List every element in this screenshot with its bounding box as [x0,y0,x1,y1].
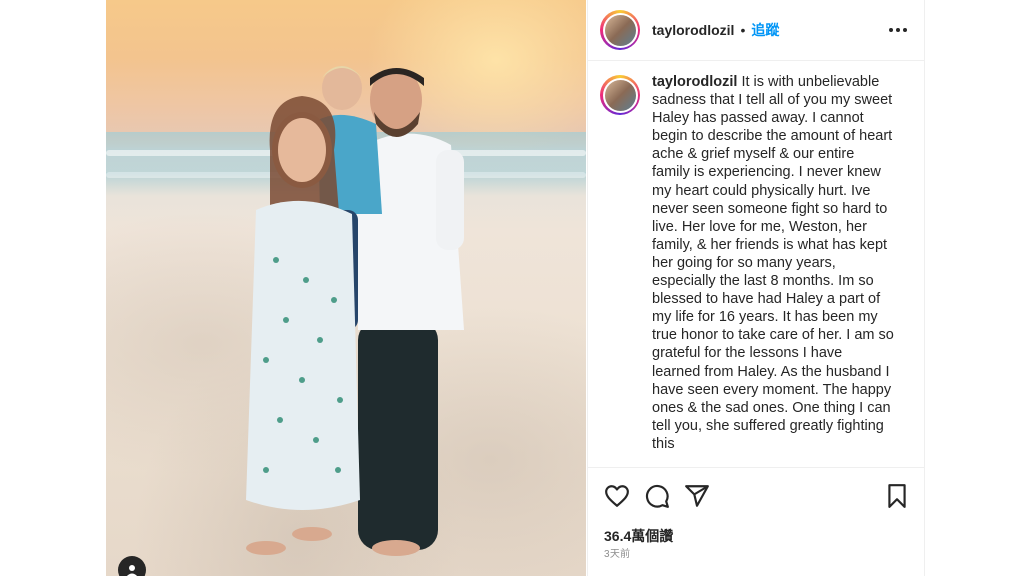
avatar[interactable] [600,75,640,115]
avatar[interactable] [600,10,640,50]
comments-area[interactable]: taylorodlozil It is with unbelievable sa… [588,61,924,466]
avatar-photo [604,79,636,111]
heart-icon[interactable] [604,483,630,509]
actions-bar: 36.4萬個讚 3天前 [588,467,924,576]
user-tag-icon[interactable] [118,556,146,576]
header-username[interactable]: taylorodlozil [652,22,734,38]
comment-icon[interactable] [644,483,670,509]
caption-body: It is with unbelievable sadness that I t… [652,74,894,452]
post-header: taylorodlozil • 追蹤 [588,0,924,61]
separator-dot: • [740,22,746,38]
post-viewer: taylorodlozil • 追蹤 taylorodlozil It is w… [0,0,1024,576]
post-timestamp[interactable]: 3天前 [604,545,630,560]
action-icons [604,483,908,509]
avatar-photo [604,14,636,46]
more-options-icon[interactable] [886,20,910,40]
bookmark-icon[interactable] [884,483,910,509]
caption-text: taylorodlozil It is with unbelievable sa… [652,73,894,453]
caption: taylorodlozil It is with unbelievable sa… [588,61,924,453]
caption-username[interactable]: taylorodlozil [652,74,737,90]
follow-button[interactable]: 追蹤 [751,20,779,40]
share-icon[interactable] [684,483,710,509]
family-figures [246,66,464,556]
likes-count[interactable]: 36.4萬個讚 [604,526,673,546]
post-side-panel: taylorodlozil • 追蹤 taylorodlozil It is w… [587,0,925,576]
post-photo[interactable] [106,0,586,576]
